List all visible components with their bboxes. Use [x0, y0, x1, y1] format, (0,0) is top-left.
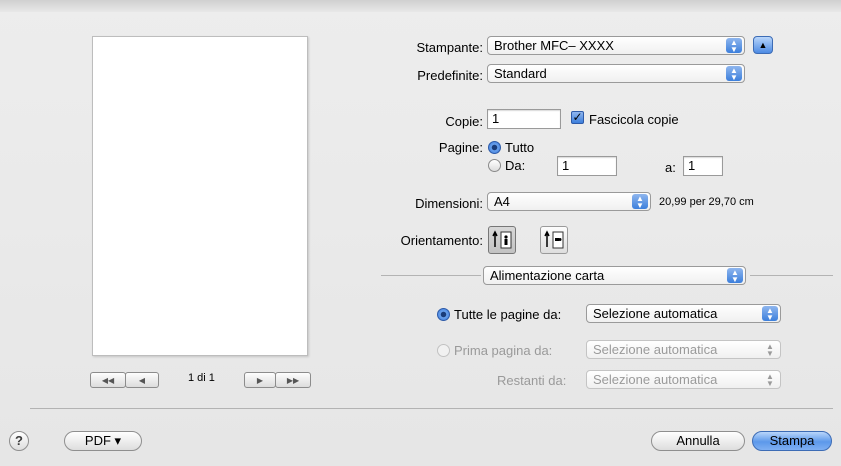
collapse-details-button[interactable]: ▲	[753, 36, 773, 54]
all-pages-source-popup[interactable]: Selezione automatica ▲ ▼	[586, 304, 781, 323]
printer-value: Brother MFC– XXXX	[494, 38, 614, 53]
section-separator-left	[381, 275, 481, 276]
paper-size-popup[interactable]: A4 ▲ ▼	[487, 192, 651, 211]
pages-to-label: a:	[665, 160, 676, 175]
paper-size-value: A4	[494, 194, 510, 209]
page-preview	[92, 36, 308, 356]
popup-arrows-icon: ▲ ▼	[726, 38, 742, 53]
pages-to-field[interactable]: 1	[683, 156, 723, 176]
landscape-button[interactable]	[540, 226, 568, 254]
popup-arrows-icon: ▲ ▼	[762, 306, 778, 321]
presets-value: Standard	[494, 66, 547, 81]
prev-page-button[interactable]: ◀	[125, 372, 159, 388]
printer-popup[interactable]: Brother MFC– XXXX ▲ ▼	[487, 36, 745, 55]
footer-separator	[30, 408, 833, 409]
first-page-from-label: Prima pagina da:	[454, 343, 553, 358]
checkmark-icon: ✓	[572, 110, 583, 124]
popup-arrows-icon: ▲ ▼	[726, 66, 742, 81]
first-page-source-popup[interactable]: Selezione automatica ▲ ▼	[586, 340, 781, 359]
remaining-source-popup[interactable]: Selezione automatica ▲ ▼	[586, 370, 781, 389]
print-button[interactable]: Stampa	[752, 431, 832, 451]
section-value: Alimentazione carta	[490, 268, 605, 283]
copies-label: Copie:	[445, 114, 483, 129]
print-dialog: ◀◀ ◀ 1 di 1 ▶ ▶▶ Stampante: Brother MFC–…	[0, 0, 841, 466]
all-pages-from-label: Tutte le pagine da:	[454, 307, 562, 322]
cancel-button[interactable]: Annulla	[651, 431, 745, 451]
popup-arrows-icon: ▲ ▼	[727, 268, 743, 283]
dialog-top-edge	[0, 0, 841, 12]
all-pages-source-value: Selezione automatica	[593, 306, 718, 321]
next-page-button[interactable]: ▶	[244, 372, 276, 388]
pdf-button[interactable]: PDF ▾	[64, 431, 142, 451]
all-pages-from-radio[interactable]	[437, 308, 450, 321]
collate-checkbox[interactable]: ✓	[571, 111, 584, 124]
presets-popup[interactable]: Standard ▲ ▼	[487, 64, 745, 83]
paper-size-label: Dimensioni:	[415, 196, 483, 211]
page-counter: 1 di 1	[188, 372, 215, 384]
popup-arrows-icon: ▲ ▼	[632, 194, 648, 209]
printer-label: Stampante:	[416, 40, 484, 55]
paper-dimensions: 20,99 per 29,70 cm	[659, 196, 754, 208]
portrait-button[interactable]	[488, 226, 516, 254]
presets-label: Predefinite:	[417, 68, 483, 83]
collate-label: Fascicola copie	[589, 112, 679, 127]
last-page-button[interactable]: ▶▶	[275, 372, 311, 388]
first-page-source-value: Selezione automatica	[593, 342, 718, 357]
popup-arrows-icon: ▲ ▼	[766, 371, 774, 388]
pages-from-label: Da:	[505, 158, 526, 173]
next-page-icon: ▶	[256, 375, 264, 385]
help-button[interactable]: ?	[9, 431, 29, 451]
section-separator-right	[750, 275, 833, 276]
portrait-icon	[492, 230, 512, 249]
pages-from-field[interactable]: 1	[557, 156, 617, 176]
first-page-icon: ◀◀	[101, 375, 115, 385]
orientation-label: Orientamento:	[400, 233, 483, 248]
section-popup[interactable]: Alimentazione carta ▲ ▼	[483, 266, 746, 285]
first-page-button[interactable]: ◀◀	[90, 372, 126, 388]
popup-arrows-icon: ▲ ▼	[766, 341, 774, 358]
remaining-from-label: Restanti da:	[497, 373, 567, 388]
landscape-icon	[544, 230, 564, 249]
pages-label: Pagine:	[438, 140, 483, 155]
prev-page-icon: ◀	[138, 375, 146, 385]
pages-all-radio[interactable]	[488, 141, 501, 154]
up-arrow-icon: ▲	[758, 40, 768, 50]
pages-range-radio[interactable]	[488, 159, 501, 172]
first-page-from-radio[interactable]	[437, 344, 450, 357]
last-page-icon: ▶▶	[286, 375, 300, 385]
pages-all-label: Tutto	[505, 140, 535, 155]
remaining-source-value: Selezione automatica	[593, 372, 718, 387]
copies-field[interactable]: 1	[487, 109, 561, 129]
